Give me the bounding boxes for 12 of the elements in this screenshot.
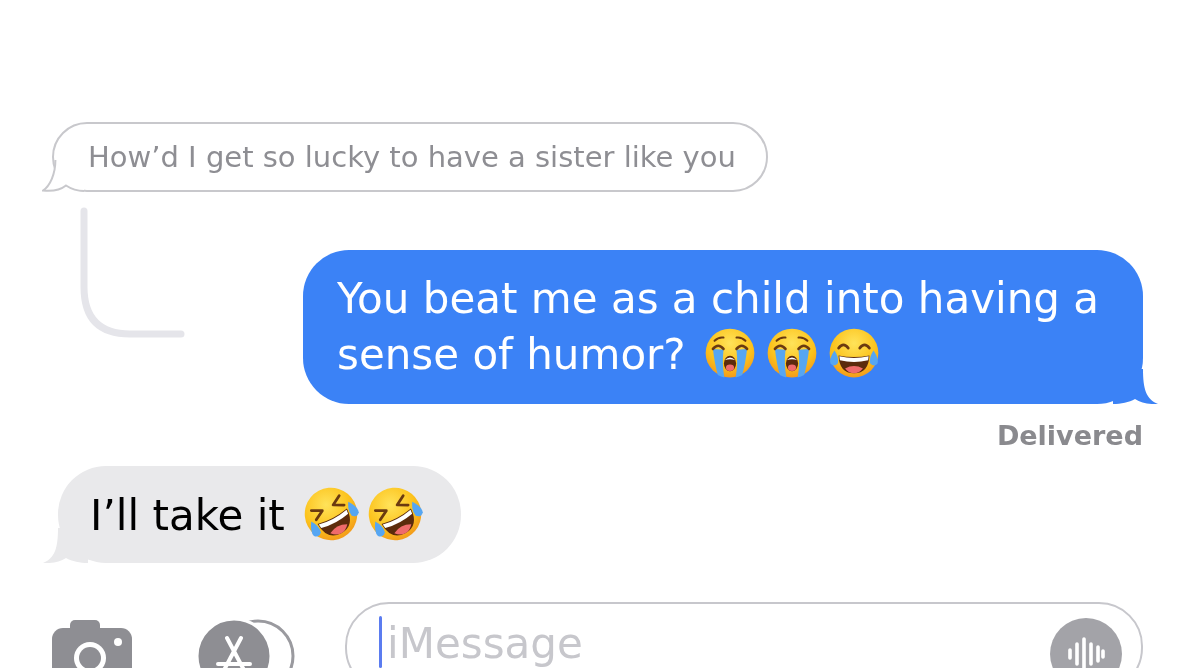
rolling-laughing-face-icon [302, 485, 359, 542]
delivery-status: Delivered [996, 420, 1143, 452]
rolling-laughing-face-icon [366, 485, 423, 542]
message-text: I’ll take it [90, 490, 285, 540]
message-text: You beat me as a child into having a sense of humor? [337, 273, 1101, 381]
crying-face-icon [765, 327, 818, 379]
message-text: How’d I get so lucky to have a sister like you [88, 140, 736, 174]
crying-face-icon [703, 327, 756, 379]
message-field[interactable]: iMessage [345, 602, 1143, 668]
laughing-tears-face-icon [827, 327, 880, 379]
waveform-icon [1067, 637, 1105, 668]
camera-icon[interactable] [52, 618, 132, 668]
